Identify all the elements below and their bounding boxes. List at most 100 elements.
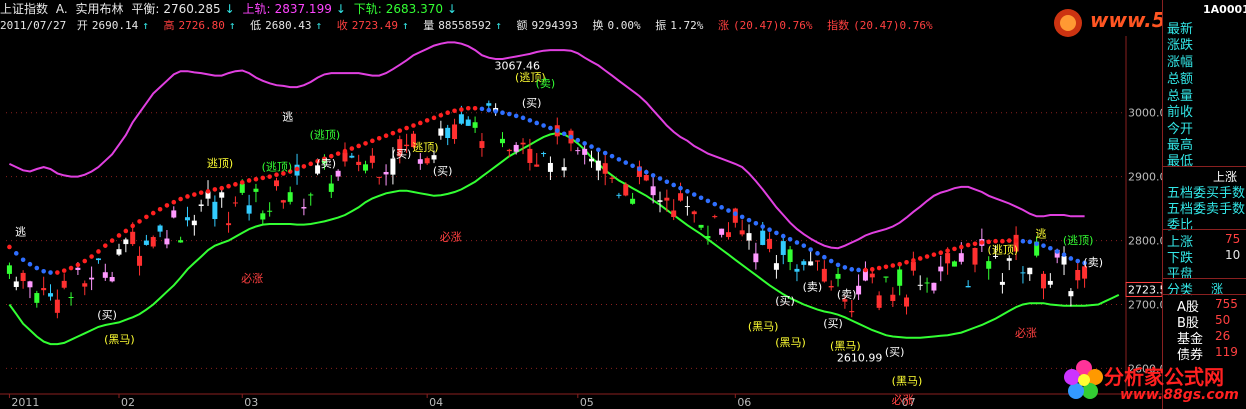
middle-band-dot xyxy=(712,201,718,207)
candle-body xyxy=(82,283,88,287)
points-label: 指数 xyxy=(827,19,850,32)
mid-value: 2760.285 xyxy=(163,2,221,16)
indicator-name[interactable]: 实用布林 xyxy=(75,2,123,16)
kline-chart[interactable]: 2600.02700.02800.02900.03000.02011020304… xyxy=(0,0,1162,409)
middle-band-dot xyxy=(34,265,40,271)
candle-body xyxy=(773,263,779,270)
middle-band-dot xyxy=(924,254,930,259)
index-name[interactable]: 上证指数 xyxy=(0,2,48,16)
open-arrow: ↑ xyxy=(142,19,149,32)
lower-value: 2683.370 xyxy=(385,2,444,16)
candle-body xyxy=(280,200,286,203)
vol-label: 量 xyxy=(423,19,435,32)
middle-band-dot xyxy=(260,175,266,181)
candle-body xyxy=(986,261,992,269)
candle-body xyxy=(171,210,177,218)
middle-band-dot xyxy=(198,190,204,195)
middle-band-dot xyxy=(972,241,978,247)
candle-body xyxy=(369,155,375,163)
middle-band-dot xyxy=(952,246,957,252)
middle-band-dot xyxy=(534,120,540,126)
candle-body xyxy=(739,230,745,235)
candle-body xyxy=(191,220,197,226)
rise-value: (20.47)0.76% xyxy=(733,19,813,32)
candle-body xyxy=(746,233,752,241)
vol-arrow: ↑ xyxy=(495,19,502,32)
candle-body xyxy=(595,160,601,171)
middle-band-dot xyxy=(267,174,272,179)
middle-band-dot xyxy=(650,173,656,178)
signal-label: (买) xyxy=(97,309,117,322)
middle-band-dot xyxy=(171,199,177,205)
candle-body xyxy=(623,184,629,196)
mid-label: 平衡: xyxy=(131,2,160,16)
candle-body xyxy=(547,162,553,172)
candle-body xyxy=(582,148,588,155)
y-tick-label: 2900.0 xyxy=(1128,171,1162,184)
x-tick-label: 02 xyxy=(121,396,135,409)
stat-down-value: 10 xyxy=(1225,248,1241,262)
candle-body xyxy=(143,240,149,245)
x-tick-label: 2011 xyxy=(11,396,39,409)
middle-band-dot xyxy=(1068,256,1074,261)
rise-label: 涨 xyxy=(718,19,730,32)
middle-band-dot xyxy=(157,206,163,212)
middle-band-dot xyxy=(719,205,724,210)
candle-body xyxy=(130,231,136,245)
middle-band-dot xyxy=(102,243,108,248)
current-price-tag: 2723.5 xyxy=(1128,283,1162,296)
candle-body xyxy=(342,152,348,162)
candle-body xyxy=(13,281,19,287)
middle-band-dot xyxy=(767,227,772,233)
middle-band-dot xyxy=(41,268,46,274)
upper-value: 2837.199 xyxy=(274,2,332,16)
middle-band-dot xyxy=(822,254,827,260)
middle-band-dot xyxy=(637,166,642,172)
middle-band-dot xyxy=(554,128,560,133)
candle-body xyxy=(664,197,670,201)
candle-body xyxy=(1040,273,1046,289)
middle-band-dot xyxy=(404,125,409,131)
signal-label: (买) xyxy=(433,165,453,178)
middle-band-dot xyxy=(602,150,608,156)
middle-band-dot xyxy=(548,125,553,131)
candle-body xyxy=(417,159,423,164)
candle-body xyxy=(1027,267,1033,275)
middle-band-dot xyxy=(698,195,704,201)
middle-band-dot xyxy=(356,143,361,149)
candle-body xyxy=(226,223,232,226)
middle-band-dot xyxy=(438,112,444,118)
middle-band-dot xyxy=(335,151,341,156)
y-tick-label: 2700.0 xyxy=(1128,299,1162,312)
middle-band-dot xyxy=(445,110,451,116)
middle-band-dot xyxy=(541,123,546,128)
middle-band-dot xyxy=(828,258,834,264)
middle-band-dot xyxy=(397,128,403,133)
candle-body xyxy=(109,277,115,282)
middle-band-dot xyxy=(137,219,142,224)
middle-band-dot xyxy=(609,153,615,159)
middle-band-dot xyxy=(965,242,971,248)
candle-body xyxy=(575,150,581,152)
middle-band-dot xyxy=(342,148,348,154)
candle-body xyxy=(712,216,718,218)
candle-body xyxy=(328,183,334,192)
candle-body xyxy=(164,238,170,245)
candle-body xyxy=(780,241,786,255)
signal-label: 必涨 xyxy=(440,231,462,244)
turn-label: 换 xyxy=(592,19,604,32)
candle-body xyxy=(890,294,896,302)
middle-band-dot xyxy=(945,248,950,254)
low-label: 低 xyxy=(250,19,262,32)
open-label: 开 xyxy=(76,19,88,32)
middle-band-dot xyxy=(486,107,492,113)
middle-band-dot xyxy=(883,264,889,270)
candle-body xyxy=(719,228,725,235)
candle-body xyxy=(787,249,793,262)
middle-band-dot xyxy=(390,130,396,136)
middle-band-dot xyxy=(472,105,478,111)
candle-body xyxy=(253,188,259,192)
candle-body xyxy=(856,285,862,295)
middle-band-dot xyxy=(753,221,759,226)
middle-band-dot xyxy=(671,182,676,188)
